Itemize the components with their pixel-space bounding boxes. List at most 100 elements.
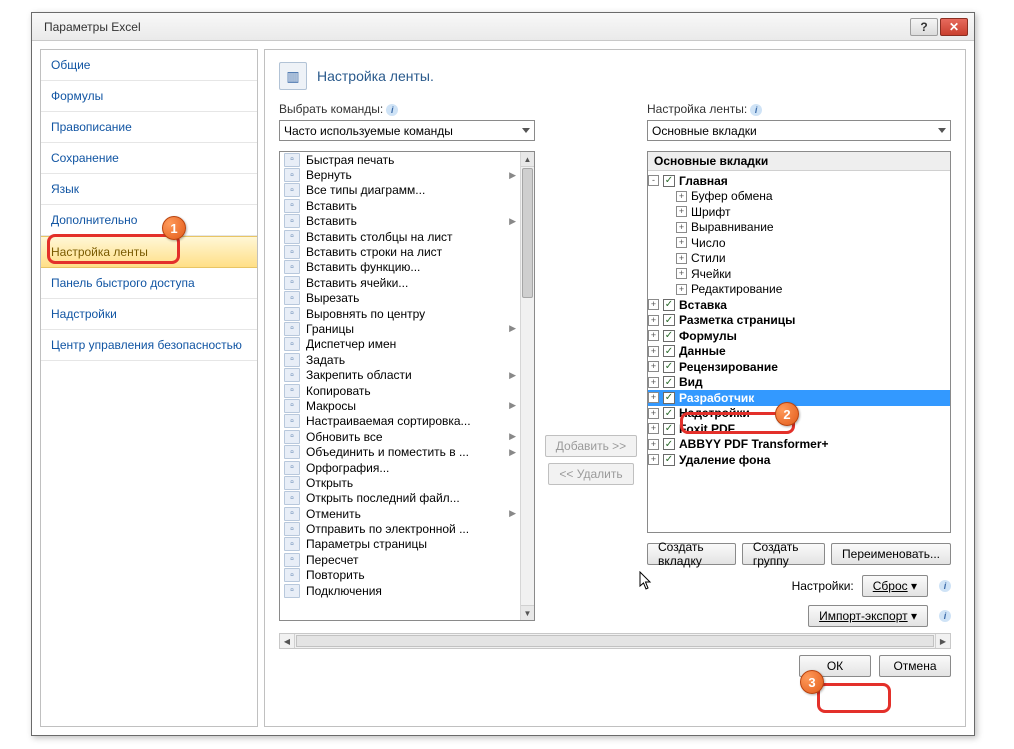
rename-button[interactable]: Переименовать... <box>831 543 951 565</box>
sidebar-item-language[interactable]: Язык <box>41 174 257 205</box>
checkbox[interactable]: ✓ <box>663 438 675 450</box>
sidebar-item-formulas[interactable]: Формулы <box>41 81 257 112</box>
command-item[interactable]: ▫Вырезать <box>280 291 520 306</box>
reset-dropdown[interactable]: Сброс ▾ <box>862 575 928 597</box>
info-icon[interactable]: i <box>939 580 951 592</box>
expand-icon[interactable]: + <box>676 191 687 202</box>
tree-group[interactable]: +Редактирование <box>648 282 950 298</box>
tree-tab[interactable]: +✓Данные <box>648 344 950 360</box>
command-item[interactable]: ▫Диспетчер имен <box>280 337 520 352</box>
command-item[interactable]: ▫Открыть последний файл... <box>280 491 520 506</box>
add-button[interactable]: Добавить >> <box>545 435 637 457</box>
scroll-thumb[interactable] <box>522 168 533 298</box>
h-scroll-thumb[interactable] <box>296 635 934 647</box>
command-item[interactable]: ▫Вставить <box>280 198 520 213</box>
command-item[interactable]: ▫Пересчет <box>280 552 520 567</box>
sidebar-item-save[interactable]: Сохранение <box>41 143 257 174</box>
checkbox[interactable]: ✓ <box>663 376 675 388</box>
command-item[interactable]: ▫Границы▶ <box>280 321 520 336</box>
info-icon[interactable]: i <box>386 104 398 116</box>
checkbox[interactable]: ✓ <box>663 407 675 419</box>
command-item[interactable]: ▫Задать <box>280 352 520 367</box>
command-item[interactable]: ▫Копировать <box>280 383 520 398</box>
command-item[interactable]: ▫Объединить и поместить в ...▶ <box>280 444 520 459</box>
close-button[interactable]: ✕ <box>940 18 968 36</box>
command-item[interactable]: ▫Отменить▶ <box>280 506 520 521</box>
scroll-down-icon[interactable]: ▼ <box>521 605 534 620</box>
choose-commands-select[interactable]: Часто используемые команды <box>279 120 535 141</box>
checkbox[interactable]: ✓ <box>663 175 675 187</box>
tree-group[interactable]: +Выравнивание <box>648 220 950 236</box>
sidebar-item-trust-center[interactable]: Центр управления безопасностью <box>41 330 257 361</box>
sidebar-item-customize-ribbon[interactable]: Настройка ленты <box>41 236 257 268</box>
tree-tab[interactable]: +✓Разметка страницы <box>648 313 950 329</box>
ribbon-tabs-select[interactable]: Основные вкладки <box>647 120 951 141</box>
checkbox[interactable]: ✓ <box>663 454 675 466</box>
tree-tab[interactable]: +✓Формулы <box>648 328 950 344</box>
checkbox[interactable]: ✓ <box>663 345 675 357</box>
tree-group[interactable]: +Стили <box>648 251 950 267</box>
expand-icon[interactable]: + <box>648 330 659 341</box>
command-item[interactable]: ▫Вставить▶ <box>280 214 520 229</box>
sidebar-item-advanced[interactable]: Дополнительно <box>41 205 257 236</box>
expand-icon[interactable]: + <box>648 315 659 326</box>
tree-tab[interactable]: +✓Рецензирование <box>648 359 950 375</box>
command-item[interactable]: ▫Вставить столбцы на лист <box>280 229 520 244</box>
sidebar-item-addins[interactable]: Надстройки <box>41 299 257 330</box>
checkbox[interactable]: ✓ <box>663 423 675 435</box>
ok-button[interactable]: ОК <box>799 655 871 677</box>
info-icon[interactable]: i <box>939 610 951 622</box>
expand-icon[interactable]: + <box>648 361 659 372</box>
expand-icon[interactable]: + <box>648 346 659 357</box>
tree-group[interactable]: +Шрифт <box>648 204 950 220</box>
command-item[interactable]: ▫Открыть <box>280 475 520 490</box>
ribbon-tree[interactable]: Основные вкладки -✓Главная+Буфер обмена+… <box>647 151 951 533</box>
new-tab-button[interactable]: Создать вкладку <box>647 543 736 565</box>
expand-icon[interactable]: + <box>676 268 687 279</box>
scroll-up-icon[interactable]: ▲ <box>521 152 534 167</box>
checkbox[interactable]: ✓ <box>663 361 675 373</box>
tree-tab-developer[interactable]: +✓Разработчик <box>648 390 950 406</box>
tree-tab[interactable]: +✓Вставка <box>648 297 950 313</box>
command-item[interactable]: ▫Орфография... <box>280 460 520 475</box>
expand-icon[interactable]: + <box>676 222 687 233</box>
expand-icon[interactable]: + <box>648 439 659 450</box>
command-item[interactable]: ▫Параметры страницы <box>280 537 520 552</box>
expand-icon[interactable]: + <box>676 237 687 248</box>
tree-tab[interactable]: +✓Надстройки <box>648 406 950 422</box>
command-item[interactable]: ▫Выровнять по центру <box>280 306 520 321</box>
command-item[interactable]: ▫Все типы диаграмм... <box>280 183 520 198</box>
expand-icon[interactable]: + <box>676 206 687 217</box>
expand-icon[interactable]: + <box>676 284 687 295</box>
command-item[interactable]: ▫Настраиваемая сортировка... <box>280 414 520 429</box>
sidebar-item-proofing[interactable]: Правописание <box>41 112 257 143</box>
tree-tab[interactable]: +✓Вид <box>648 375 950 391</box>
expand-icon[interactable]: + <box>648 454 659 465</box>
command-item[interactable]: ▫Вставить строки на лист <box>280 244 520 259</box>
tree-group[interactable]: +Ячейки <box>648 266 950 282</box>
help-button[interactable]: ? <box>910 18 938 36</box>
command-item[interactable]: ▫Подключения <box>280 583 520 598</box>
tree-tab[interactable]: +✓Удаление фона <box>648 452 950 468</box>
tree-group[interactable]: +Буфер обмена <box>648 189 950 205</box>
info-icon[interactable]: i <box>750 104 762 116</box>
tree-tab[interactable]: +✓ABBYY PDF Transformer+ <box>648 437 950 453</box>
expand-icon[interactable]: + <box>648 377 659 388</box>
command-item[interactable]: ▫Макросы▶ <box>280 398 520 413</box>
expand-icon[interactable]: + <box>676 253 687 264</box>
commands-scrollbar[interactable]: ▲ ▼ <box>520 152 534 620</box>
cancel-button[interactable]: Отмена <box>879 655 951 677</box>
expand-icon[interactable]: + <box>648 408 659 419</box>
import-export-dropdown[interactable]: Импорт-экспорт ▾ <box>808 605 928 627</box>
checkbox[interactable]: ✓ <box>663 314 675 326</box>
scroll-left-icon[interactable]: ◀ <box>280 634 295 648</box>
expand-icon[interactable]: + <box>648 299 659 310</box>
command-item[interactable]: ▫Обновить все▶ <box>280 429 520 444</box>
tree-tab[interactable]: +✓Foxit PDF <box>648 421 950 437</box>
new-group-button[interactable]: Создать группу <box>742 543 825 565</box>
checkbox[interactable]: ✓ <box>663 330 675 342</box>
command-item[interactable]: ▫Повторить <box>280 568 520 583</box>
horizontal-scrollbar[interactable]: ◀ ▶ <box>279 633 951 649</box>
command-item[interactable]: ▫Быстрая печать <box>280 152 520 167</box>
remove-button[interactable]: << Удалить <box>548 463 633 485</box>
